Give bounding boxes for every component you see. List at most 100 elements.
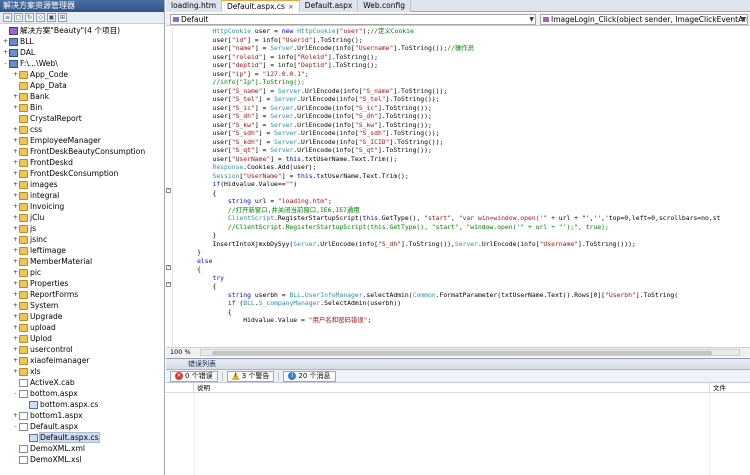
code-line[interactable]: InsertIntoXjmxbDySyy(Server.UrlEncode(in… [174, 240, 750, 249]
column-header-description[interactable]: 说明 [194, 383, 710, 392]
tree-item[interactable]: DemoXML.xml [0, 443, 164, 454]
tree-item[interactable]: + usercontrol [0, 344, 164, 355]
code-line[interactable]: Response.Cookies.Add(user); [174, 163, 750, 172]
expand-icon[interactable]: + [12, 192, 19, 199]
code-line[interactable]: Session["UserName"] = this.txtUserName.T… [174, 172, 750, 181]
tree-item[interactable]: + Uplod [0, 333, 164, 344]
code-line[interactable]: user["S_kw"] = Server.UrlEncode(info["S_… [174, 121, 750, 130]
editor-tab[interactable]: Web.config [358, 0, 411, 12]
expand-icon[interactable]: + [12, 225, 19, 232]
expand-icon[interactable]: + [12, 313, 19, 320]
view-designer-icon[interactable]: ▣ [47, 13, 56, 22]
code-editor[interactable]: - - - HttpCookie user = new HttpCookie("… [166, 27, 750, 347]
tree-item[interactable]: + ReportForms [0, 289, 164, 300]
expand-icon[interactable]: + [12, 324, 19, 331]
tree-item[interactable]: + MemberMaterial [0, 256, 164, 267]
code-line[interactable]: //info["Ip"].ToString(); [174, 78, 750, 87]
tree-item[interactable]: + css [0, 124, 164, 135]
code-line[interactable]: user["S_dh"] = Server.UrlEncode(info["S_… [174, 112, 750, 121]
tree-item[interactable]: + xiaofeimanager [0, 355, 164, 366]
code-line[interactable]: if(Hidvalue.Value=="") [174, 180, 750, 189]
code-line[interactable]: try [174, 274, 750, 283]
tree-item[interactable]: + FrontDeskBeautyConsumption [0, 146, 164, 157]
tree-item[interactable]: bottom.aspx.cs [0, 399, 164, 410]
expand-icon[interactable]: + [12, 137, 19, 144]
editor-tab[interactable]: loading.htm [166, 0, 223, 12]
tree-item[interactable]: + Bin [0, 102, 164, 113]
code-line[interactable]: string url = "loading.htm"; [174, 197, 750, 206]
expand-icon[interactable]: + [12, 159, 19, 166]
tree-item[interactable]: 解决方案"Beauty"(4 个项目) [0, 25, 164, 36]
tree-item[interactable]: - F:\...\Web\ [0, 58, 164, 69]
tree-item[interactable]: + jClu [0, 212, 164, 223]
code-line[interactable]: if (BLL.S_companyManager.SelectAdmin(use… [174, 299, 750, 308]
expand-icon[interactable]: + [12, 412, 19, 419]
tree-item[interactable]: + integral [0, 190, 164, 201]
tree-item[interactable]: + Invoicing [0, 201, 164, 212]
tree-item[interactable]: + FrontDeskd [0, 157, 164, 168]
code-line[interactable]: ClientScript.RegisterStartupScript(this.… [174, 214, 750, 223]
code-line[interactable]: Hidvalue.Value = "用户名和密码错误"; [174, 316, 750, 325]
tree-item[interactable]: + xls [0, 366, 164, 377]
tree-item[interactable]: - bottom.aspx [0, 388, 164, 399]
tree-item[interactable]: + Bank [0, 91, 164, 102]
expand-icon[interactable]: + [12, 148, 19, 155]
expand-icon[interactable]: + [12, 236, 19, 243]
properties-icon[interactable]: ≡ [3, 13, 12, 22]
collapse-icon[interactable]: - [2, 60, 9, 67]
expand-icon[interactable]: + [12, 357, 19, 364]
expand-icon[interactable]: + [12, 170, 19, 177]
code-text[interactable]: HttpCookie user = new HttpCookie("user")… [174, 27, 750, 325]
code-line[interactable]: user["UserName"] = this.txtUserName.Text… [174, 155, 750, 164]
tree-item[interactable]: + leftimage [0, 245, 164, 256]
tree-item[interactable]: + App_Code [0, 69, 164, 80]
tree-item[interactable]: + upload [0, 322, 164, 333]
expand-icon[interactable]: + [12, 280, 19, 287]
close-icon[interactable]: × [288, 1, 294, 13]
collapse-icon[interactable]: - [12, 423, 19, 430]
expand-icon[interactable]: + [2, 38, 9, 45]
collapse-toggle-icon[interactable]: - [166, 188, 171, 193]
code-line[interactable]: user["S_tel"] = Server.UrlEncode(info["S… [174, 95, 750, 104]
expand-icon[interactable]: + [12, 181, 19, 188]
view-code-icon[interactable]: ◇ [36, 13, 45, 22]
tree-item[interactable]: App_Data [0, 80, 164, 91]
code-line[interactable]: } [174, 231, 750, 240]
expand-icon[interactable]: + [12, 93, 19, 100]
refresh-icon[interactable]: ↻ [25, 13, 34, 22]
collapse-toggle-icon[interactable]: - [166, 282, 171, 287]
code-line[interactable]: user["S_name"] = Server.UrlEncode(info["… [174, 87, 750, 96]
tree-item[interactable]: CrystalReport [0, 113, 164, 124]
code-line[interactable]: user["id"] = info["Userid"].ToString(); [174, 36, 750, 45]
code-line[interactable]: user["name"] = Server.UrlEncode(info["Us… [174, 44, 750, 53]
tree-item[interactable]: + EmployeeManager [0, 135, 164, 146]
expand-icon[interactable]: + [12, 214, 19, 221]
expand-icon[interactable]: + [12, 247, 19, 254]
horizontal-scrollbar[interactable] [200, 349, 740, 356]
tree-item[interactable]: + bottom1.aspx [0, 410, 164, 421]
tree-item[interactable]: + FrontDeskConsumption [0, 168, 164, 179]
tree-item[interactable]: + js [0, 223, 164, 234]
errors-filter-button[interactable]: × 0 个错误 [170, 370, 218, 382]
tree-item[interactable]: + images [0, 179, 164, 190]
code-line[interactable]: user["S_sdh"] = Server.UrlEncode(info["S… [174, 129, 750, 138]
code-line[interactable]: //ClientScript.RegisterStartupScript(thi… [174, 223, 750, 232]
code-line[interactable]: user["ip"] = "127.0.0.1"; [174, 70, 750, 79]
tree-item[interactable]: DemoXML.xsl [0, 454, 164, 465]
code-line[interactable]: } [174, 248, 750, 257]
class-selector-dropdown[interactable]: Default ▼ [170, 14, 536, 25]
code-line[interactable]: { [174, 265, 750, 274]
expand-icon[interactable]: + [12, 71, 19, 78]
code-line[interactable]: //打开新窗口,并关闭当前窗口,IE6,IE7通用 [174, 206, 750, 215]
editor-tab[interactable]: Default.aspx.cs × [222, 0, 300, 12]
tree-item[interactable]: ActiveX.cab [0, 377, 164, 388]
code-line[interactable]: string userbh = BLL.UserInfoManager.sele… [174, 291, 750, 300]
expand-icon[interactable]: + [12, 126, 19, 133]
tree-item[interactable]: + Upgrade [0, 311, 164, 322]
code-line[interactable]: { [174, 308, 750, 317]
scrollbar-thumb[interactable] [212, 351, 712, 355]
class-diagram-icon[interactable]: ⊞ [58, 13, 67, 22]
messages-filter-button[interactable]: i 20 个消息 [283, 370, 336, 382]
tree-item[interactable]: - Default.aspx [0, 421, 164, 432]
expand-icon[interactable]: + [12, 291, 19, 298]
